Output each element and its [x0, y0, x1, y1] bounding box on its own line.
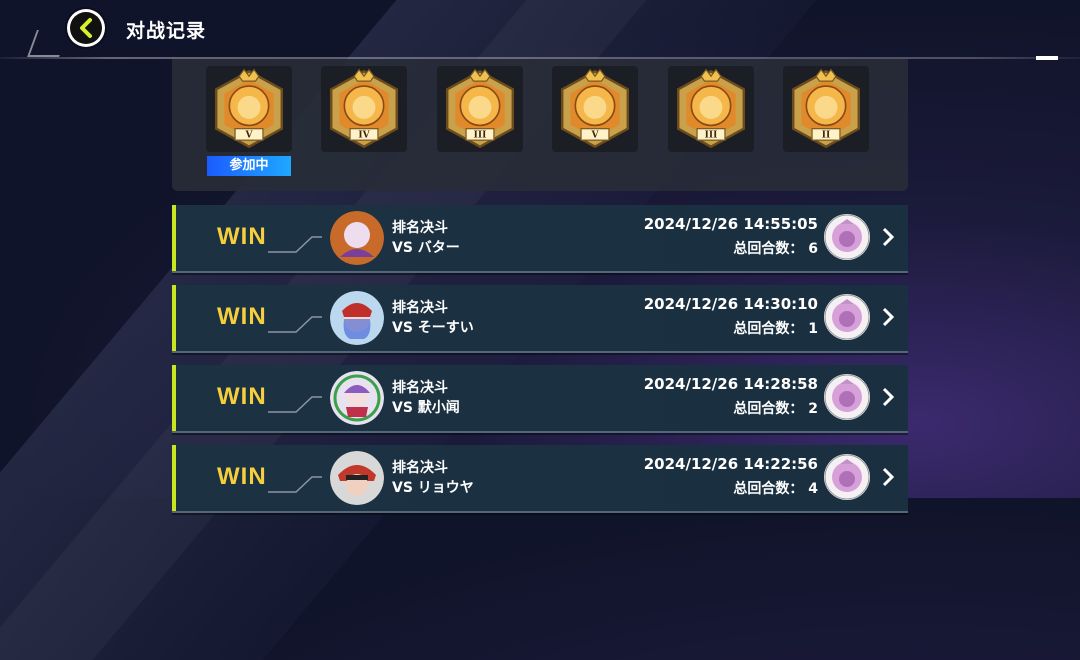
match-mode: 排名决斗	[392, 300, 448, 316]
lion-crest-icon: IV	[329, 68, 399, 149]
rank-lion-icon	[824, 454, 870, 500]
turn-count-value: 1	[808, 321, 818, 337]
match-row[interactable]: WIN 排名决斗 VS リョウヤ 2024/12/26 14:22:56 总回合…	[172, 445, 908, 513]
result-label: WIN	[217, 303, 267, 330]
opponent-name: VS リョウヤ	[392, 480, 474, 496]
turn-count: 总回合数： 1	[733, 318, 818, 338]
rank-tier-label: III	[705, 131, 718, 141]
turn-count-value: 6	[808, 241, 818, 257]
chevron-right-icon	[882, 387, 895, 407]
decor-line	[268, 396, 322, 413]
decor-line	[268, 316, 322, 333]
opponent-avatar	[330, 291, 384, 345]
rank-badge-panel: V IV III V III II 参加中	[172, 59, 908, 191]
result-label: WIN	[217, 463, 267, 490]
turn-count-label: 总回合数：	[733, 481, 804, 497]
header-decoration	[1036, 56, 1058, 60]
match-datetime: 2024/12/26 14:28:58	[643, 375, 818, 393]
rank-tier-label: V	[245, 131, 254, 141]
turn-count: 总回合数： 2	[733, 398, 818, 418]
match-mode: 排名决斗	[392, 380, 448, 396]
lion-head-icon	[824, 214, 870, 260]
rank-lion-icon	[824, 294, 870, 340]
turn-count: 总回合数： 4	[733, 478, 818, 498]
rank-tier-label: IV	[358, 131, 370, 141]
lion-crest-icon: II	[791, 68, 861, 149]
turn-count-value: 4	[808, 481, 818, 497]
decor-line	[268, 236, 322, 253]
rank-tier-label: III	[474, 131, 487, 141]
chevron-right-icon	[882, 467, 895, 487]
opponent-name: VS 默小闻	[392, 400, 460, 416]
match-datetime: 2024/12/26 14:22:56	[643, 455, 818, 473]
decor-line	[268, 476, 322, 493]
match-row[interactable]: WIN 排名决斗 VS そーすい 2024/12/26 14:30:10 总回合…	[172, 285, 908, 353]
participating-badge: 参加中	[207, 156, 291, 176]
rank-badge-2[interactable]: IV	[321, 66, 407, 152]
match-mode: 排名决斗	[392, 220, 448, 236]
chevron-right-icon	[882, 307, 895, 327]
lion-crest-icon: V	[560, 68, 630, 149]
chevron-left-icon	[80, 18, 92, 38]
turn-count-label: 总回合数：	[733, 401, 804, 417]
turn-count: 总回合数： 6	[733, 238, 818, 258]
header-decoration	[27, 30, 69, 57]
rank-tier-label: V	[591, 131, 600, 141]
lion-crest-icon: III	[445, 68, 515, 149]
match-datetime: 2024/12/26 14:55:05	[643, 215, 818, 233]
match-row[interactable]: WIN 排名决斗 VS バター 2024/12/26 14:55:05 总回合数…	[172, 205, 908, 273]
opponent-name: VS そーすい	[392, 320, 474, 336]
lion-head-icon	[824, 294, 870, 340]
rank-badge-1[interactable]: V	[206, 66, 292, 152]
turn-count-value: 2	[808, 401, 818, 417]
opponent-avatar	[330, 211, 384, 265]
match-row[interactable]: WIN 排名决斗 VS 默小闻 2024/12/26 14:28:58 总回合数…	[172, 365, 908, 433]
opponent-avatar	[330, 371, 384, 425]
rank-badge-4[interactable]: V	[552, 66, 638, 152]
lion-crest-icon: V	[214, 68, 284, 149]
lion-head-icon	[824, 454, 870, 500]
match-datetime: 2024/12/26 14:30:10	[643, 295, 818, 313]
lion-crest-icon: III	[676, 68, 746, 149]
header: 对战记录	[0, 0, 1080, 58]
rank-tier-label: II	[822, 131, 830, 141]
turn-count-label: 总回合数：	[733, 241, 804, 257]
opponent-name: VS バター	[392, 240, 460, 256]
lion-head-icon	[824, 374, 870, 420]
result-label: WIN	[217, 223, 267, 250]
rank-badge-3[interactable]: III	[437, 66, 523, 152]
opponent-avatar	[330, 451, 384, 505]
back-button[interactable]	[67, 9, 105, 47]
match-mode: 排名决斗	[392, 460, 448, 476]
rank-lion-icon	[824, 214, 870, 260]
result-label: WIN	[217, 383, 267, 410]
chevron-right-icon	[882, 227, 895, 247]
rank-lion-icon	[824, 374, 870, 420]
rank-badge-6[interactable]: II	[783, 66, 869, 152]
rank-badge-5[interactable]: III	[668, 66, 754, 152]
turn-count-label: 总回合数：	[733, 321, 804, 337]
page-title: 对战记录	[126, 20, 207, 42]
